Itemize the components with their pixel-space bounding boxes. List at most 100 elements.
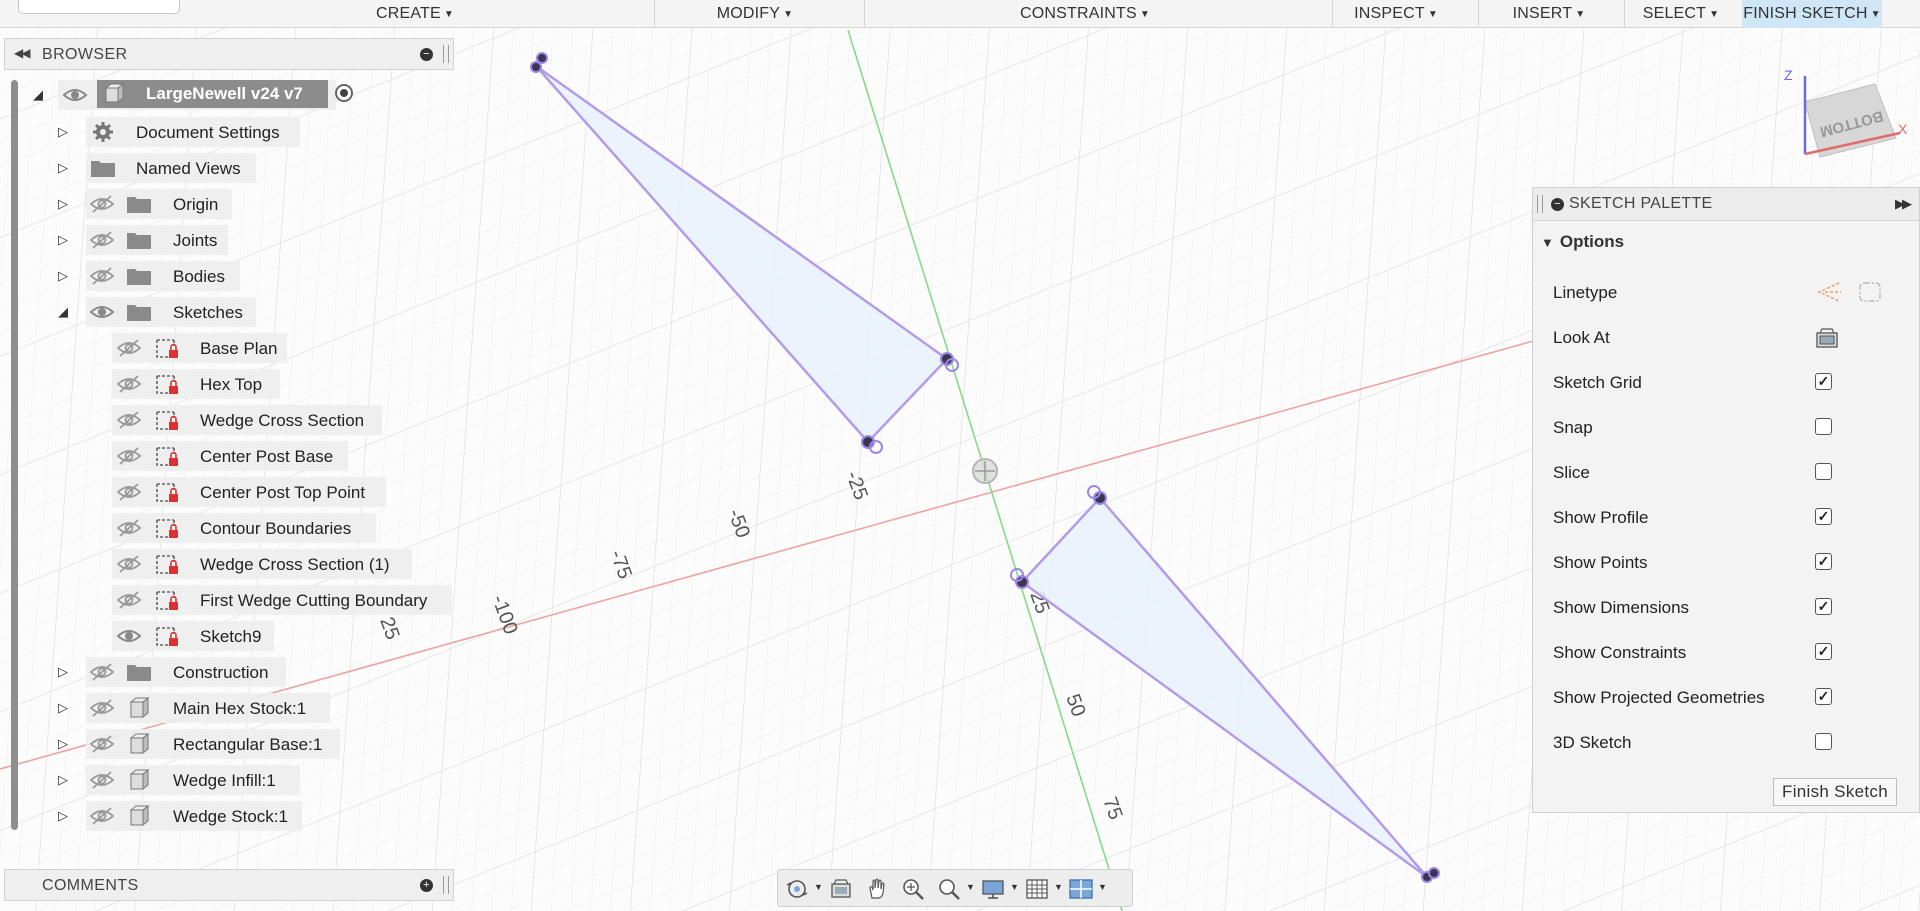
collapsed-triangle-icon[interactable]: ▷ (58, 700, 72, 716)
view-cube[interactable]: BOTTOM Z X (1770, 62, 1910, 172)
expanded-triangle-icon[interactable]: ◢ (58, 304, 72, 320)
show-dimensions-checkbox[interactable]: ✓ (1815, 598, 1832, 615)
collapsed-triangle-icon[interactable]: ▷ (58, 268, 72, 284)
collapsed-triangle-icon[interactable]: ▷ (58, 772, 72, 788)
visibility-eye-icon[interactable] (62, 85, 88, 105)
grid-settings-icon[interactable] (1022, 876, 1052, 902)
sketch-item-contour-boundaries[interactable]: Contour Boundaries (0, 513, 400, 543)
drag-handle-icon[interactable] (443, 45, 449, 63)
visibility-hidden-icon[interactable] (89, 698, 115, 718)
sketch-palette-header[interactable]: − SKETCH PALETTE ▶▶ (1533, 188, 1919, 221)
toolbar-constraints-menu[interactable]: CONSTRAINTS ▼ (1010, 0, 1160, 28)
sketch-item-center-post-top-point[interactable]: Center Post Top Point (0, 477, 400, 507)
show-profile-checkbox[interactable]: ✓ (1815, 508, 1832, 525)
drag-handle-icon[interactable] (443, 876, 449, 894)
visibility-hidden-icon[interactable] (89, 770, 115, 790)
toolbar-create-menu[interactable]: CREATE ▼ (360, 0, 470, 28)
caret-down-icon[interactable]: ▼ (966, 882, 975, 892)
orbit-icon[interactable] (782, 876, 812, 902)
browser-item-wedge-stock[interactable]: ▷ Wedge Stock:1 (0, 801, 400, 831)
sketch-item-wedge-cross-section-1[interactable]: Wedge Cross Section (1) (0, 549, 420, 579)
expand-panel-icon[interactable]: ▶▶ (1895, 196, 1912, 212)
show-projected-geometries-checkbox[interactable]: ✓ (1815, 688, 1832, 705)
centerline-linetype-icon[interactable] (1857, 280, 1883, 304)
collapsed-triangle-icon[interactable]: ▷ (58, 124, 72, 140)
add-comment-icon[interactable]: + (420, 879, 433, 892)
browser-item-document-settings[interactable]: ▷ Document Settings (0, 117, 400, 147)
visibility-hidden-icon[interactable] (89, 806, 115, 826)
browser-item-joints[interactable]: ▷ Joints (0, 225, 400, 255)
activate-radio-icon[interactable] (335, 84, 353, 102)
toolbar-insert-menu[interactable]: INSERT ▼ (1504, 0, 1594, 28)
browser-item-bodies[interactable]: ▷ Bodies (0, 261, 400, 291)
collapsed-triangle-icon[interactable]: ▷ (58, 664, 72, 680)
toolbar-inspect-menu[interactable]: INSPECT ▼ (1346, 0, 1446, 28)
options-section-header[interactable]: ▼ Options (1541, 232, 1624, 252)
visibility-eye-icon[interactable] (89, 302, 115, 322)
toolbar-finish-sketch-menu[interactable]: FINISH SKETCH ▼ (1742, 0, 1882, 28)
construction-linetype-icon[interactable] (1815, 280, 1843, 304)
browser-item-sketches[interactable]: ◢ Sketches (0, 297, 400, 327)
visibility-hidden-icon[interactable] (89, 734, 115, 754)
minimize-icon[interactable]: − (420, 48, 433, 61)
3d-sketch-checkbox[interactable] (1815, 733, 1832, 750)
caret-down-icon[interactable]: ▼ (1054, 882, 1063, 892)
finish-sketch-button[interactable]: Finish Sketch (1773, 778, 1897, 806)
show-points-checkbox[interactable]: ✓ (1815, 553, 1832, 570)
browser-item-rectangular-base[interactable]: ▷ Rectangular Base:1 (0, 729, 400, 759)
visibility-hidden-icon[interactable] (89, 230, 115, 250)
caret-down-icon[interactable]: ▼ (814, 882, 823, 892)
expanded-triangle-icon[interactable]: ◢ (33, 87, 47, 103)
collapsed-triangle-icon[interactable]: ▷ (58, 160, 72, 176)
display-settings-icon[interactable] (978, 876, 1008, 902)
sketch-item-hex-top[interactable]: Hex Top (0, 369, 400, 399)
origin-point[interactable] (972, 458, 998, 484)
sketch-item-wedge-cross-section[interactable]: Wedge Cross Section (0, 405, 400, 435)
browser-item-construction[interactable]: ▷ Construction (0, 657, 400, 687)
collapsed-triangle-icon[interactable]: ▷ (58, 808, 72, 824)
collapsed-triangle-icon[interactable]: ▷ (58, 232, 72, 248)
drag-handle-icon[interactable] (1537, 195, 1543, 213)
collapsed-triangle-icon[interactable]: ▷ (58, 736, 72, 752)
sketch-item-first-wedge-cutting-boundary[interactable]: First Wedge Cutting Boundary (0, 585, 460, 615)
visibility-hidden-icon[interactable] (116, 518, 142, 538)
browser-panel-header[interactable]: ◀◀ BROWSER − (4, 38, 454, 70)
sketch-item-sketch9[interactable]: Sketch9 (0, 621, 400, 651)
pan-hand-icon[interactable] (862, 876, 892, 902)
visibility-hidden-icon[interactable] (116, 554, 142, 574)
visibility-eye-icon[interactable] (116, 626, 142, 646)
look-at-icon[interactable] (826, 876, 856, 902)
browser-item-named-views[interactable]: ▷ Named Views (0, 153, 400, 183)
comments-panel-header[interactable]: COMMENTS + (4, 869, 454, 901)
visibility-hidden-icon[interactable] (116, 338, 142, 358)
visibility-hidden-icon[interactable] (89, 266, 115, 286)
look-at-icon[interactable] (1815, 327, 1839, 349)
visibility-hidden-icon[interactable] (89, 194, 115, 214)
visibility-hidden-icon[interactable] (89, 662, 115, 682)
toolbar-select-menu[interactable]: SELECT ▼ (1636, 0, 1726, 28)
slice-checkbox[interactable] (1815, 463, 1832, 480)
collapse-panel-icon[interactable]: ◀◀ (14, 46, 31, 60)
caret-down-icon[interactable]: ▼ (1010, 882, 1019, 892)
zoom-window-icon[interactable] (934, 876, 964, 902)
browser-item-main-hex-stock[interactable]: ▷ Main Hex Stock:1 (0, 693, 400, 723)
zoom-icon[interactable] (898, 876, 928, 902)
browser-item-origin[interactable]: ▷ Origin (0, 189, 400, 219)
caret-down-icon[interactable]: ▼ (1098, 882, 1107, 892)
viewports-icon[interactable] (1066, 876, 1096, 902)
visibility-hidden-icon[interactable] (116, 374, 142, 394)
visibility-hidden-icon[interactable] (116, 590, 142, 610)
search-box[interactable] (18, 0, 180, 14)
snap-checkbox[interactable] (1815, 418, 1832, 435)
sketch-item-base-plan[interactable]: Base Plan (0, 333, 400, 363)
sketch-item-center-post-base[interactable]: Center Post Base (0, 441, 400, 471)
sketch-grid-checkbox[interactable]: ✓ (1815, 373, 1832, 390)
collapsed-triangle-icon[interactable]: ▷ (58, 196, 72, 212)
visibility-hidden-icon[interactable] (116, 410, 142, 430)
toolbar-modify-menu[interactable]: MODIFY ▼ (700, 0, 810, 28)
show-constraints-checkbox[interactable]: ✓ (1815, 643, 1832, 660)
visibility-hidden-icon[interactable] (116, 446, 142, 466)
browser-item-wedge-infill[interactable]: ▷ Wedge Infill:1 (0, 765, 400, 795)
visibility-hidden-icon[interactable] (116, 482, 142, 502)
minimize-icon[interactable]: − (1551, 198, 1564, 211)
